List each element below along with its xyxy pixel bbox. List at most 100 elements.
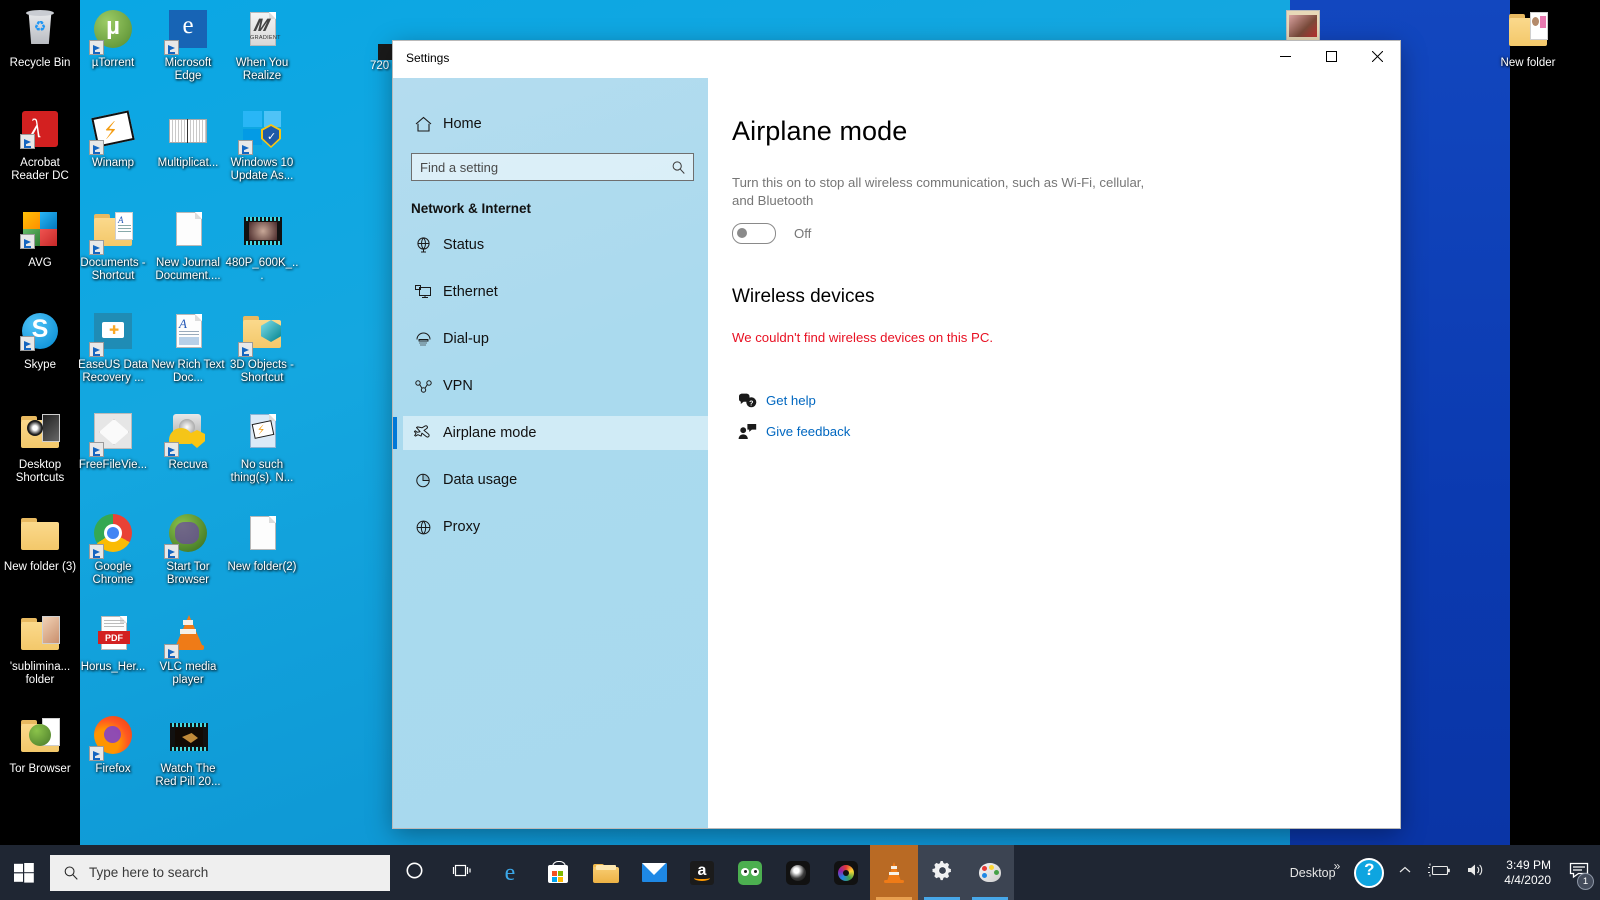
desktop-icon-subliminal-folder[interactable]: 'sublimina... folder bbox=[2, 612, 78, 686]
desktop-icon-winamp[interactable]: ⚡ Winamp bbox=[75, 108, 151, 170]
tor-icon bbox=[164, 512, 211, 559]
desktop-icon-new-folder-3[interactable]: New folder (3) bbox=[2, 512, 78, 574]
desktop-icon-label: 3D Objects - Shortcut bbox=[230, 359, 294, 384]
acrobat-reader-icon: λ bbox=[17, 108, 63, 154]
color-lens-button[interactable] bbox=[822, 845, 870, 900]
desktop-icon-no-such-thing[interactable]: ⚡ No such thing(s). N... bbox=[224, 410, 300, 484]
settings-sidebar[interactable]: Home Network & Internet bbox=[393, 78, 708, 828]
desktop-icon-firefox[interactable]: Firefox bbox=[75, 714, 151, 776]
settings-window[interactable]: Settings Home Find a setting Network & I… bbox=[393, 41, 1400, 828]
desktop-icon-label: Multiplicat... bbox=[157, 157, 219, 169]
desktop-icon-documents-shortcut[interactable]: A Documents - Shortcut bbox=[75, 208, 151, 282]
desktop-icon-freefileviewer[interactable]: FreeFileVie... bbox=[75, 410, 151, 472]
desktop-icon-tor-browser-folder[interactable]: Tor Browser bbox=[2, 714, 78, 776]
paint-button[interactable] bbox=[966, 845, 1014, 900]
show-hidden-icons-button[interactable] bbox=[1391, 845, 1419, 900]
sidebar-item-status[interactable]: Status bbox=[403, 228, 708, 262]
desktop-label: Desktop bbox=[1289, 865, 1336, 880]
tripadvisor-button[interactable] bbox=[726, 845, 774, 900]
desktop-icon-horus-her-pdf[interactable]: PDF Horus_Her... bbox=[75, 612, 151, 674]
taskbar[interactable]: Type here to search e a Desktop » ? 3:49… bbox=[0, 845, 1600, 900]
desktop-icon-vlc-media-player[interactable]: VLC media player bbox=[150, 612, 226, 686]
media-app-button[interactable] bbox=[774, 845, 822, 900]
shortcut-arrow-icon bbox=[20, 234, 35, 249]
sidebar-item-airplane-mode[interactable]: Airplane mode bbox=[393, 416, 708, 450]
desktop-icon-easeus-data-recovery[interactable]: ✚ EaseUS Data Recovery ... bbox=[75, 310, 151, 384]
status-globe-icon bbox=[403, 236, 443, 255]
airplane-mode-toggle[interactable] bbox=[732, 223, 776, 244]
desktop-icon-start-tor-browser[interactable]: Start Tor Browser bbox=[150, 512, 226, 586]
desktop-icon-new-folder-2[interactable]: New folder(2) bbox=[224, 512, 300, 574]
vlc-cone-icon bbox=[882, 861, 906, 885]
vlc-button[interactable] bbox=[870, 845, 918, 900]
desktop-icon-watch-the-red-pill[interactable]: Watch The Red Pill 20... bbox=[150, 714, 226, 788]
sidebar-item-proxy[interactable]: Proxy bbox=[403, 510, 708, 544]
volume-button[interactable] bbox=[1459, 845, 1493, 900]
clock[interactable]: 3:49 PM 4/4/2020 bbox=[1493, 845, 1562, 900]
taskbar-search[interactable]: Type here to search bbox=[50, 854, 390, 891]
start-button[interactable] bbox=[0, 845, 48, 900]
settings-button[interactable] bbox=[918, 845, 966, 900]
desktop-icon-new-rich-text-doc[interactable]: A New Rich Text Doc... bbox=[150, 310, 226, 384]
desktop-icon-label: Tor Browser bbox=[9, 763, 71, 775]
sidebar-item-home[interactable]: Home bbox=[403, 107, 708, 141]
sidebar-item-label: Airplane mode bbox=[443, 425, 537, 441]
system-tray[interactable]: Desktop » ? 3:49 PM 4/4/2020 1 bbox=[1283, 845, 1600, 900]
desktop-icon-label: Microsoft Edge bbox=[164, 57, 212, 82]
sidebar-item-dial-up[interactable]: Dial-up bbox=[403, 322, 708, 356]
sidebar-item-data-usage[interactable]: Data usage bbox=[403, 463, 708, 497]
desktop-icon-recycle-bin[interactable]: ♻ Recycle Bin bbox=[2, 8, 78, 70]
desktop-icon-google-chrome[interactable]: Google Chrome bbox=[75, 512, 151, 586]
desktop-icon-when-you-realize[interactable]: 𝑴 GRADIENT When You Realize bbox=[224, 8, 300, 82]
partial-desktop-image-icon[interactable] bbox=[1286, 10, 1320, 42]
wireless-devices-error: We couldn't find wireless devices on thi… bbox=[732, 330, 994, 345]
desktop-icon-acrobat-reader[interactable]: λ Acrobat Reader DC bbox=[2, 108, 78, 182]
desktop-icon-480p-video[interactable]: 480P_600K_... bbox=[224, 208, 300, 282]
desktop-icon-utorrent[interactable]: µ µTorrent bbox=[75, 8, 151, 70]
desktop-icon-avg[interactable]: AVG bbox=[2, 208, 78, 270]
give-feedback-link[interactable]: Give feedback bbox=[732, 423, 850, 440]
shortcut-arrow-icon bbox=[164, 644, 179, 659]
battery-button[interactable] bbox=[1419, 845, 1459, 900]
task-view-icon bbox=[452, 861, 473, 885]
desktop-icon-recuva[interactable]: Recuva bbox=[150, 410, 226, 472]
task-view-button[interactable] bbox=[438, 845, 486, 900]
show-desktop-label[interactable]: Desktop » bbox=[1283, 845, 1348, 900]
shortcut-arrow-icon bbox=[20, 336, 35, 351]
desktop-icon-skype[interactable]: S Skype bbox=[2, 310, 78, 372]
taskbar-search-placeholder: Type here to search bbox=[89, 865, 209, 880]
shortcut-arrow-icon bbox=[89, 442, 104, 457]
desktop-icon-label: 'sublimina... folder bbox=[9, 661, 71, 686]
settings-search-box[interactable] bbox=[411, 153, 694, 181]
pdf-file-icon: PDF bbox=[90, 612, 136, 658]
desktop-icon-label: New folder bbox=[1500, 57, 1556, 69]
window-title-bar[interactable]: Settings bbox=[393, 41, 1400, 78]
document-icon bbox=[165, 208, 211, 254]
documents-folder-icon: A bbox=[89, 208, 136, 255]
sidebar-item-ethernet[interactable]: Ethernet bbox=[403, 275, 708, 309]
desktop-icon-desktop-shortcuts[interactable]: Desktop Shortcuts bbox=[2, 410, 78, 484]
desktop-icon-new-journal-document[interactable]: New Journal Document.... bbox=[150, 208, 226, 282]
get-help-link[interactable]: ? Get help bbox=[732, 392, 816, 409]
amazon-button[interactable]: a bbox=[678, 845, 726, 900]
edge-button[interactable]: e bbox=[486, 845, 534, 900]
partial-desktop-label: 720 bbox=[370, 60, 390, 72]
desktop-icon-multiplication[interactable]: Multiplicat... bbox=[150, 108, 226, 170]
wallpaper-right-black bbox=[1510, 0, 1600, 845]
desktop-icon-microsoft-edge[interactable]: e Microsoft Edge bbox=[150, 8, 226, 82]
get-help-tray-button[interactable]: ? bbox=[1347, 845, 1391, 900]
microsoft-store-button[interactable] bbox=[534, 845, 582, 900]
notifications-button[interactable]: 1 bbox=[1562, 845, 1596, 900]
sidebar-item-vpn[interactable]: VPN bbox=[403, 369, 708, 403]
maximize-button[interactable] bbox=[1308, 41, 1354, 71]
desktop-icon-windows-10-update-assistant[interactable]: ✓ Windows 10 Update As... bbox=[224, 108, 300, 182]
desktop-icon-new-folder-right[interactable]: New folder bbox=[1490, 8, 1566, 70]
shortcut-arrow-icon bbox=[89, 544, 104, 559]
mail-button[interactable] bbox=[630, 845, 678, 900]
close-button[interactable] bbox=[1354, 41, 1400, 71]
file-explorer-button[interactable] bbox=[582, 845, 630, 900]
minimize-button[interactable] bbox=[1262, 41, 1308, 71]
cortana-button[interactable] bbox=[390, 845, 438, 900]
desktop-icon-3d-objects-shortcut[interactable]: 3D Objects - Shortcut bbox=[224, 310, 300, 384]
search-input[interactable] bbox=[412, 159, 671, 175]
